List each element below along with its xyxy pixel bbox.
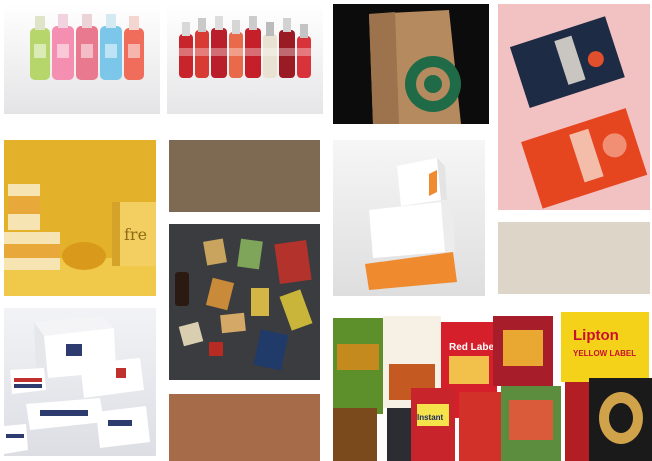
snack-flatlay-image bbox=[169, 224, 320, 380]
photo-juice-bottles[interactable] bbox=[4, 4, 160, 114]
coffee-bag-image bbox=[333, 4, 489, 124]
photo-yellow-jars[interactable]: fre bbox=[4, 140, 156, 296]
instant-can-text: Instant bbox=[417, 413, 444, 422]
swatch-beige[interactable] bbox=[498, 222, 650, 294]
photo-white-orange-boxes[interactable] bbox=[333, 140, 485, 296]
photo-snack-flatlay[interactable] bbox=[169, 224, 320, 380]
swatch-copper[interactable] bbox=[169, 394, 320, 461]
shipping-boxes-image bbox=[4, 308, 156, 456]
soda-bottles-image bbox=[167, 4, 323, 114]
snack-pouches-image bbox=[498, 4, 650, 210]
yellow-jars-image: fre bbox=[4, 140, 156, 296]
photo-soda-bottles[interactable] bbox=[167, 4, 323, 114]
photo-coffee-paper-bag[interactable] bbox=[333, 4, 489, 124]
white-orange-boxes-image bbox=[333, 140, 485, 296]
brown-swatch-image bbox=[169, 140, 320, 212]
grocery-products-image: Red Label Instant Lipton YELLOW LABEL bbox=[333, 308, 652, 461]
copper-swatch-image bbox=[169, 394, 320, 461]
beige-swatch-image bbox=[498, 222, 650, 294]
juice-bottles-image bbox=[4, 4, 160, 114]
jar-brand-text: fre bbox=[124, 225, 147, 244]
red-pack-text: Red Label bbox=[449, 342, 497, 353]
photo-snack-pouches[interactable] bbox=[498, 4, 650, 210]
photo-grocery-products[interactable]: Red Label Instant Lipton YELLOW LABEL bbox=[333, 308, 652, 461]
tea-box-sub: YELLOW LABEL bbox=[573, 349, 636, 358]
swatch-brown[interactable] bbox=[169, 140, 320, 212]
tea-box-brand: Lipton bbox=[573, 327, 619, 344]
photo-shipping-boxes[interactable] bbox=[4, 308, 156, 456]
